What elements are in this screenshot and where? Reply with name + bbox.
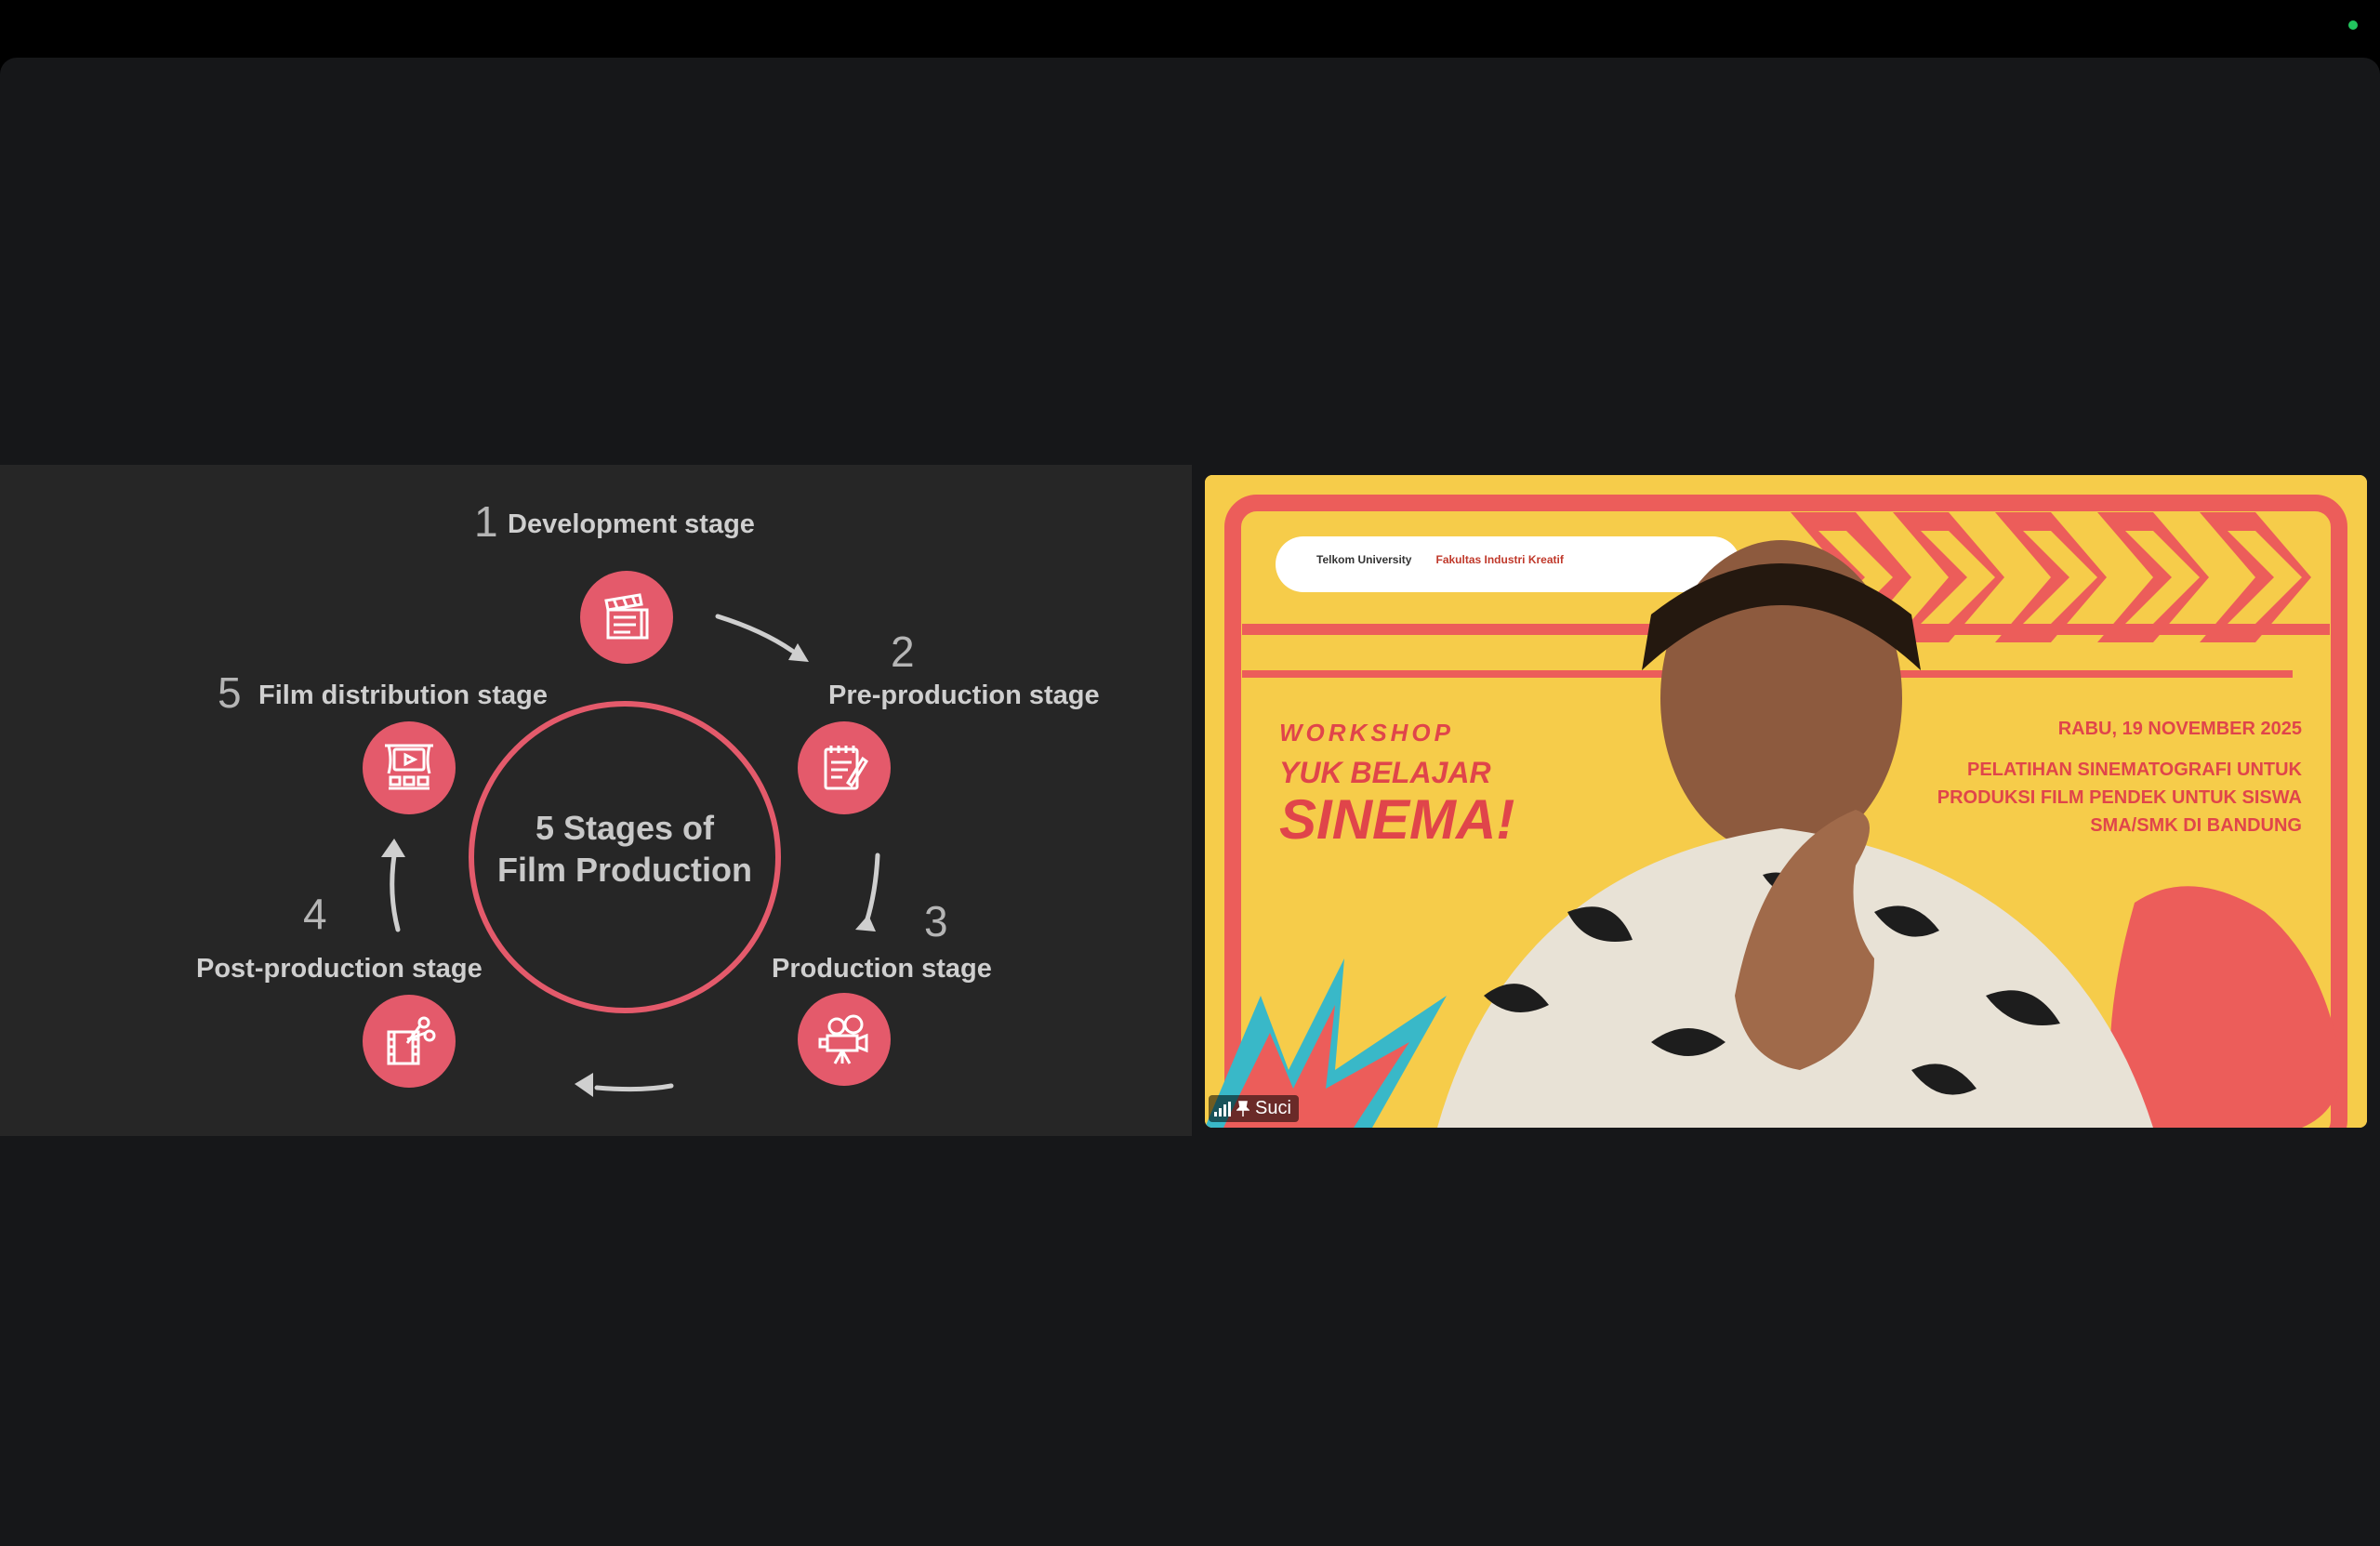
- banner-description-line2: PRODUKSI FILM PENDEK UNTUK SISWA: [1937, 787, 2302, 808]
- stage-2-label: Pre-production stage: [828, 681, 1100, 710]
- clapperboard-icon: [580, 571, 673, 664]
- stage-5-number: 5: [218, 668, 242, 717]
- slide-title-line2: Film Production: [497, 851, 752, 889]
- banner-description-line1: PELATIHAN SINEMATOGRAFI UNTUK: [1967, 760, 2302, 780]
- stage-3-number: 3: [924, 897, 948, 945]
- logo-fik: Fakultas Industri Kreatif: [1435, 553, 1564, 566]
- status-indicator: [2348, 20, 2358, 30]
- stage-1-number: 1: [474, 497, 498, 546]
- signal-strength-icon: [1214, 1101, 1231, 1117]
- banner-headline-line2: SINEMA!: [1279, 788, 1515, 851]
- film-editing-icon: [363, 995, 456, 1088]
- stage-2-number: 2: [891, 628, 915, 676]
- slide-title-line1: 5 Stages of: [535, 809, 715, 847]
- banner-description: PELATIHAN SINEMATOGRAFI UNTUK PRODUKSI F…: [1937, 756, 2302, 839]
- stage-3-label: Production stage: [772, 954, 992, 984]
- film-camera-icon: [798, 993, 891, 1086]
- stage-4-label: Post-production stage: [196, 954, 483, 984]
- participant-name-tag: Suci: [1209, 1095, 1299, 1122]
- participant-video[interactable]: Telkom University Fakultas Industri Krea…: [1205, 475, 2367, 1128]
- stage-4-number: 4: [303, 890, 327, 938]
- slide-title: 5 Stages of Film Production: [469, 807, 781, 891]
- script-icon: [798, 721, 891, 814]
- stage-1-label: Development stage: [508, 509, 755, 539]
- logo-telkom: Telkom University: [1316, 553, 1412, 566]
- participant-name: Suci: [1255, 1098, 1291, 1118]
- banner-date: RABU, 19 NOVEMBER 2025: [2057, 719, 2302, 739]
- shared-screen[interactable]: 5 Stages of Film Production 1 Developmen…: [0, 465, 1192, 1136]
- stage-5-label: Film distribution stage: [258, 681, 548, 710]
- banner-logos: Telkom University Fakultas Industri Krea…: [1316, 553, 1564, 566]
- cinema-screen-icon: [363, 721, 456, 814]
- banner-headline-line1: YUK BELAJAR: [1279, 756, 1491, 789]
- banner-workshop-label: WORKSHOP: [1279, 719, 1454, 747]
- top-bar: [0, 0, 2380, 58]
- banner-description-line3: SMA/SMK DI BANDUNG: [2090, 815, 2302, 836]
- pin-icon: [1236, 1100, 1250, 1117]
